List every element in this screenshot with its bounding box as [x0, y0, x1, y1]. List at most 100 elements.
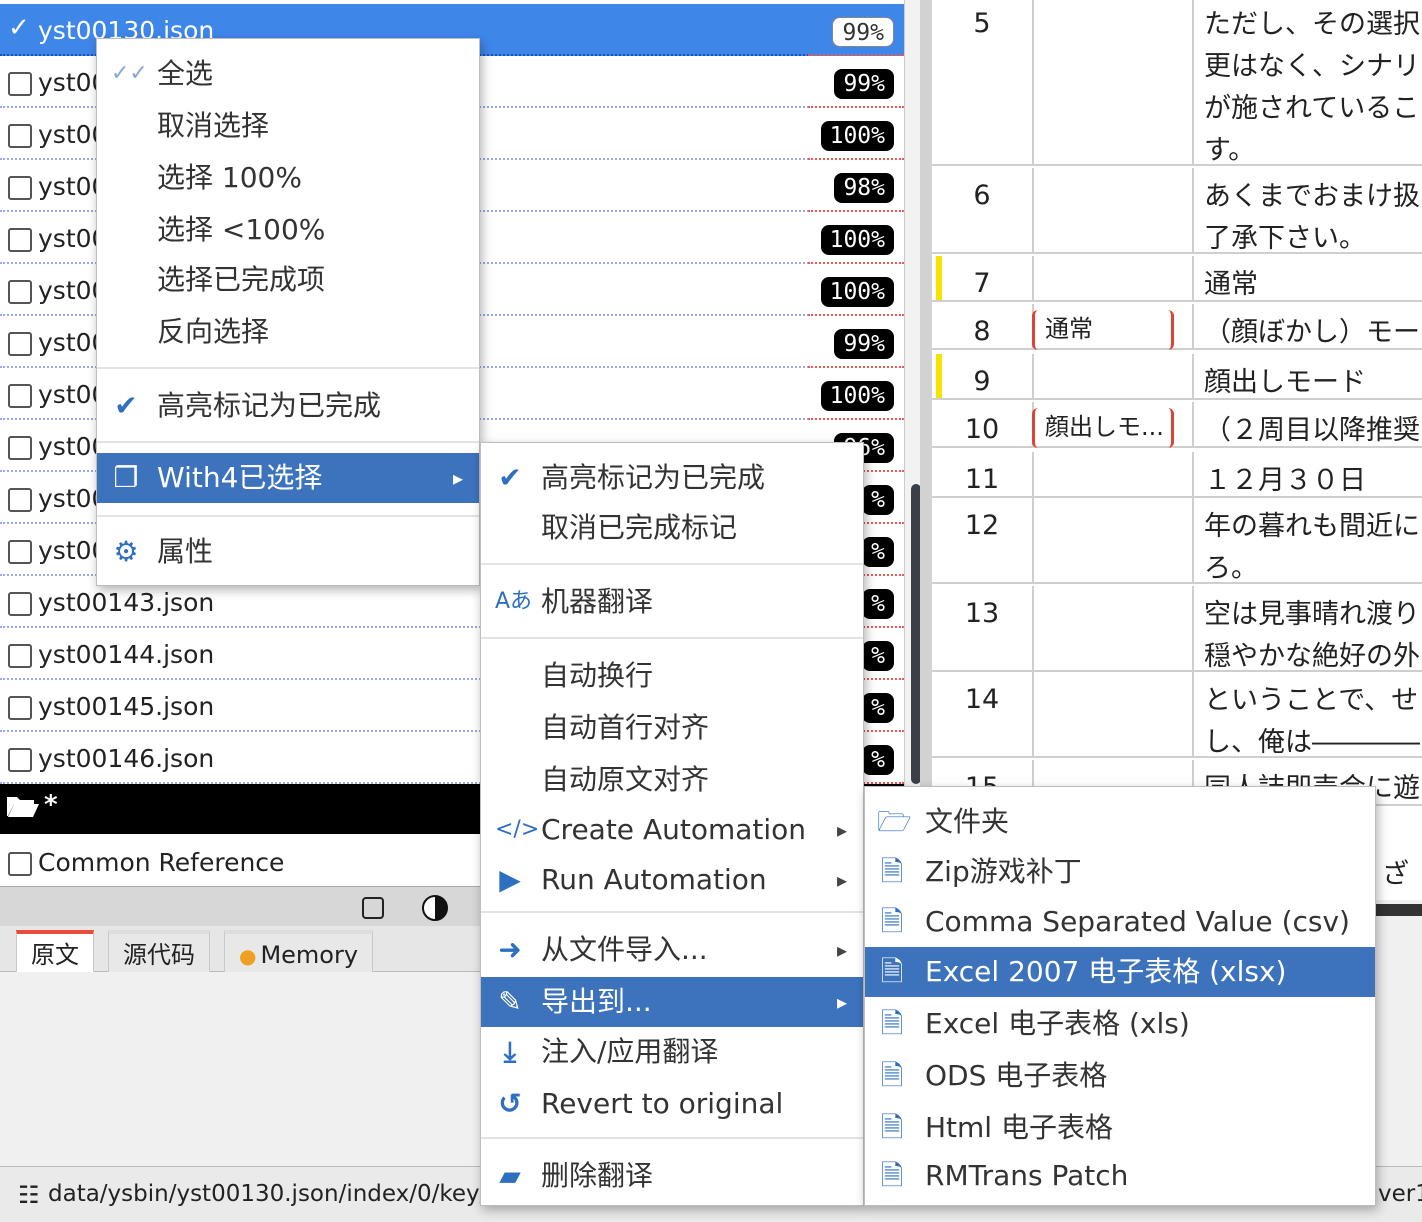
tag-cell[interactable]: [1032, 672, 1194, 756]
menu-label: Revert to original: [541, 1087, 784, 1120]
checkbox[interactable]: [8, 592, 32, 616]
tag-cell[interactable]: [1032, 498, 1194, 582]
menu-item-select-all[interactable]: ✓✓ 全选: [97, 49, 479, 99]
menu-label: 属性: [157, 535, 214, 568]
menu-label: ODS 电子表格: [925, 1059, 1108, 1092]
menu-item-export-rmtrans[interactable]: 🗎 RMTrans Patch: [865, 1151, 1375, 1201]
checkbox[interactable]: [8, 540, 32, 564]
source-text-cell[interactable]: 通常: [1204, 264, 1422, 306]
tag-cell[interactable]: [1032, 0, 1194, 164]
grid-row[interactable]: 13 空は見事晴れ渡り 穏やかな絶好の外: [932, 586, 1422, 672]
grid-row[interactable]: 14 ということで、せ し、俺は――――: [932, 672, 1422, 758]
row-number: 11: [964, 464, 1000, 495]
menu-item-select-completed[interactable]: 选择已完成项: [97, 255, 479, 305]
tab-label: 源代码: [123, 941, 195, 969]
menu-item-select-100[interactable]: 选择 100%: [97, 153, 479, 203]
menu-item-auto-align-first[interactable]: 自动首行对齐: [481, 703, 863, 753]
menu-item-create-automation[interactable]: </> Create Automation ▸: [481, 805, 863, 855]
menu-item-properties[interactable]: ⚙ 属性: [97, 527, 479, 577]
source-text-cell[interactable]: 顔出しモード: [1204, 362, 1422, 404]
menu-label: 从文件导入...: [541, 933, 708, 966]
menu-item-invert-selection[interactable]: 反向选择: [97, 307, 479, 357]
square-icon[interactable]: [362, 897, 384, 919]
checkbox[interactable]: [8, 228, 32, 252]
grid-row[interactable]: 8 通常 （顔ぼかし）モー: [932, 304, 1422, 350]
source-text-cell[interactable]: ということで、せ し、俺は――――: [1204, 680, 1422, 764]
checkbox[interactable]: [8, 72, 32, 96]
grid-scrollbar[interactable]: [1376, 904, 1422, 916]
tab-source-code[interactable]: 源代码: [108, 930, 210, 972]
file-name: yst00144.json: [38, 640, 215, 669]
menu-item-with-selected[interactable]: ❐ With4已选择 ▸: [97, 453, 479, 503]
menu-label: 取消选择: [157, 109, 270, 142]
menu-item-export-csv[interactable]: 🗎 Comma Separated Value (csv): [865, 897, 1375, 947]
tab-memory[interactable]: ● Memory: [224, 930, 374, 972]
checkbox-checked[interactable]: ✓: [8, 15, 32, 41]
menu-item-inject-apply[interactable]: ⤓ 注入/应用翻译: [481, 1027, 863, 1077]
checkbox[interactable]: [8, 696, 32, 720]
menu-separator: [97, 441, 479, 443]
menu-item-highlight-done[interactable]: ✔ 高亮标记为已完成: [97, 381, 479, 431]
tag-cell[interactable]: [1032, 586, 1194, 670]
grid-row[interactable]: 7 通常: [932, 256, 1422, 302]
menu-item-deselect[interactable]: 取消选择: [97, 101, 479, 151]
tag-cell[interactable]: [1032, 168, 1194, 252]
status-path: data/ysbin/yst00130.json/index/0/key/m: [48, 1181, 510, 1207]
menu-item-highlight-done[interactable]: ✔ 高亮标记为已完成: [481, 453, 863, 503]
tab-source-text[interactable]: 原文: [16, 930, 94, 972]
checkbox[interactable]: [8, 124, 32, 148]
menu-item-export-xlsx[interactable]: 🗎 Excel 2007 电子表格 (xlsx): [865, 947, 1375, 997]
menu-item-export-folder[interactable]: 🗁 文件夹: [865, 797, 1375, 847]
menu-item-auto-wrap[interactable]: 自动换行: [481, 651, 863, 701]
grid-row[interactable]: 11 １２月３０日: [932, 452, 1422, 498]
menu-item-export-to[interactable]: ✎ 导出到... ▸: [481, 977, 863, 1027]
source-text-cell[interactable]: 年の暮れも間近に ろ。: [1204, 506, 1422, 590]
grid-row[interactable]: 5 ただし、その選択 更はなく、シナリ が施されているこ す。: [932, 0, 1422, 166]
grid-row[interactable]: 6 あくまでおまけ扱 了承下さい。: [932, 168, 1422, 254]
source-text-cell[interactable]: ただし、その選択 更はなく、シナリ が施されているこ す。: [1204, 4, 1422, 172]
menu-item-export-html[interactable]: 🗎 Html 电子表格: [865, 1103, 1375, 1153]
checkbox[interactable]: [8, 748, 32, 772]
menu-label: 导出到...: [541, 985, 652, 1018]
grid-row[interactable]: 9 顔出しモード: [932, 354, 1422, 400]
checkbox[interactable]: [8, 384, 32, 408]
progress-badge: %: [862, 641, 894, 671]
checkbox[interactable]: [8, 488, 32, 512]
checkbox[interactable]: [8, 436, 32, 460]
menu-item-run-automation[interactable]: ▶ Run Automation ▸: [481, 855, 863, 905]
menu-item-revert[interactable]: ↺ Revert to original: [481, 1079, 863, 1129]
menu-item-export-zip[interactable]: 🗎 Zip游戏补丁: [865, 847, 1375, 897]
menu-item-auto-align-source[interactable]: 自动原文对齐: [481, 755, 863, 805]
menu-item-clear-done[interactable]: 取消已完成标记: [481, 503, 863, 553]
checkbox[interactable]: [8, 332, 32, 356]
menu-item-machine-translate[interactable]: Aあ 机器翻译: [481, 577, 863, 627]
tag-cell[interactable]: [1032, 354, 1194, 398]
source-text-cell[interactable]: 空は見事晴れ渡り 穏やかな絶好の外: [1204, 594, 1422, 678]
menu-item-import-from-file[interactable]: ➜ 从文件导入... ▸: [481, 925, 863, 975]
menu-item-export-xls[interactable]: 🗎 Excel 电子表格 (xls): [865, 999, 1375, 1049]
grid-row[interactable]: 10 顔出しモ... （２周目以降推奨: [932, 402, 1422, 448]
download-icon: ⤓: [503, 1035, 517, 1068]
source-text-cell[interactable]: １２月３０日: [1204, 460, 1422, 502]
tag-cell[interactable]: [1032, 452, 1194, 496]
submenu-export: 🗁 文件夹 🗎 Zip游戏补丁 🗎 Comma Separated Value …: [864, 786, 1376, 1206]
grid-row[interactable]: 12 年の暮れも間近に ろ。: [932, 498, 1422, 584]
menu-label: Excel 电子表格 (xls): [925, 1007, 1190, 1040]
source-text-cell[interactable]: （２周目以降推奨: [1204, 410, 1422, 452]
contrast-icon[interactable]: [422, 895, 448, 921]
tab-label: Memory: [260, 941, 359, 969]
row-number: 13: [964, 598, 1000, 629]
menu-item-delete-translation[interactable]: ▰ 删除翻译: [481, 1151, 863, 1201]
menu-item-select-lt-100[interactable]: 选择 <100%: [97, 205, 479, 255]
checkbox[interactable]: [8, 176, 32, 200]
chevron-right-icon: ▸: [837, 990, 848, 1014]
tag-cell[interactable]: [1032, 256, 1194, 300]
progress-badge: 99%: [834, 69, 894, 99]
checkbox[interactable]: [8, 280, 32, 304]
checkbox[interactable]: [8, 644, 32, 668]
source-text-cell[interactable]: （顔ぼかし）モー: [1204, 312, 1422, 354]
menu-item-export-ods[interactable]: 🗎 ODS 电子表格: [865, 1051, 1375, 1101]
source-text-cell[interactable]: あくまでおまけ扱 了承下さい。: [1204, 176, 1422, 260]
checkbox[interactable]: [8, 852, 32, 876]
progress-badge: 99%: [832, 17, 894, 47]
